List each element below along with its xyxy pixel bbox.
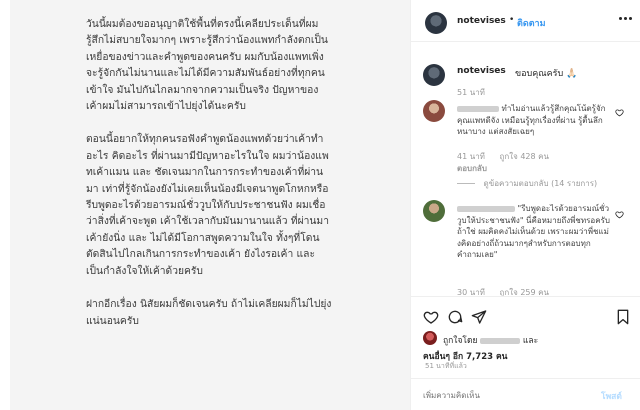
share-icon[interactable] [471, 309, 487, 325]
separator-dot: • [509, 15, 515, 25]
caption-avatar[interactable] [423, 64, 445, 86]
post-image: วันนี้ผมต้องขออนุญาติใช้พื้นที่ตรงนี้เคล… [10, 0, 410, 410]
comment-meta: 41 นาที ถูกใจ 428 คน ตอบกลับ [457, 150, 549, 173]
comment-item: "รีบพูดอะไรด้วยอารมณ์ชั่ววูบให้ประชาชนฟั… [457, 203, 611, 261]
caption-time: 51 นาที [457, 88, 485, 97]
liked-by-and: และ [522, 336, 539, 346]
comment-username[interactable] [457, 105, 499, 112]
comment-text: "รีบพูดอะไรด้วยอารมณ์ชั่ววูบให้ประชาชนฟั… [457, 204, 610, 259]
comments-panel: notevises • ติดตาม notevises ขอบคุณครับ … [410, 0, 640, 410]
post-image-text: วันนี้ผมต้องขออนุญาติใช้พื้นที่ตรงนี้เคล… [86, 16, 332, 346]
comment-item: ทำไมอ่านแล้วรู้สึกคุณโน้ตรู้จักคุณแพทดีจ… [457, 103, 607, 138]
reply-line-divider [457, 183, 475, 184]
avatar[interactable] [425, 12, 447, 34]
comment-avatar[interactable] [423, 200, 445, 222]
post-header: notevises • ติดตาม [411, 0, 640, 42]
paragraph-2: ตอนนี้อยากให้ทุกคนรอฟังคำพูดน้องแพทด้วยว… [86, 133, 330, 277]
more-icon[interactable] [619, 17, 633, 21]
comment-likes[interactable]: ถูกใจ 428 คน [500, 152, 549, 161]
header-username[interactable]: notevises [457, 16, 506, 26]
liker-avatar[interactable] [423, 331, 437, 345]
reply-button[interactable]: ตอบกลับ [457, 162, 487, 175]
comment-input[interactable] [423, 387, 593, 403]
caption-username[interactable]: notevises [457, 66, 506, 76]
post-actions: ถูกใจโดย และ คนอื่นๆ อีก 7,723 คน 51 นาท… [411, 296, 640, 378]
caption-text: ขอบคุณครับ 🙏🏻 [515, 69, 578, 79]
comment-box: โพสต์ [411, 378, 640, 410]
liked-by-text: ถูกใจโดย และ [443, 333, 538, 347]
comment-username[interactable] [457, 205, 515, 212]
heart-icon[interactable] [423, 309, 439, 325]
heart-icon[interactable] [615, 108, 624, 117]
instagram-post: วันนี้ผมต้องขออนุญาติใช้พื้นที่ตรงนี้เคล… [0, 0, 640, 410]
comment-time: 41 นาที [457, 152, 485, 161]
post-comment-button[interactable]: โพสต์ [601, 389, 622, 403]
paragraph-3: ฝากอีกเรื่อง นิสัยผมก็ชัดเจนครับ ถ้าไม่เ… [86, 298, 332, 327]
comment-avatar[interactable] [423, 100, 445, 122]
bookmark-icon[interactable] [615, 309, 631, 325]
post-time: 51 นาทีที่แล้ว [425, 362, 467, 370]
paragraph-1: วันนี้ผมต้องขออนุญาติใช้พื้นที่ตรงนี้เคล… [86, 18, 328, 113]
follow-button[interactable]: ติดตาม [517, 16, 546, 30]
comment-icon[interactable] [447, 309, 463, 325]
view-replies-button[interactable]: ดูข้อความตอบกลับ (14 รายการ) [457, 177, 597, 190]
heart-icon[interactable] [615, 210, 624, 219]
view-replies-label[interactable]: ดูข้อความตอบกลับ (14 รายการ) [484, 179, 598, 188]
liked-by-prefix: ถูกใจโดย [443, 336, 478, 346]
liker-username[interactable] [480, 337, 521, 344]
